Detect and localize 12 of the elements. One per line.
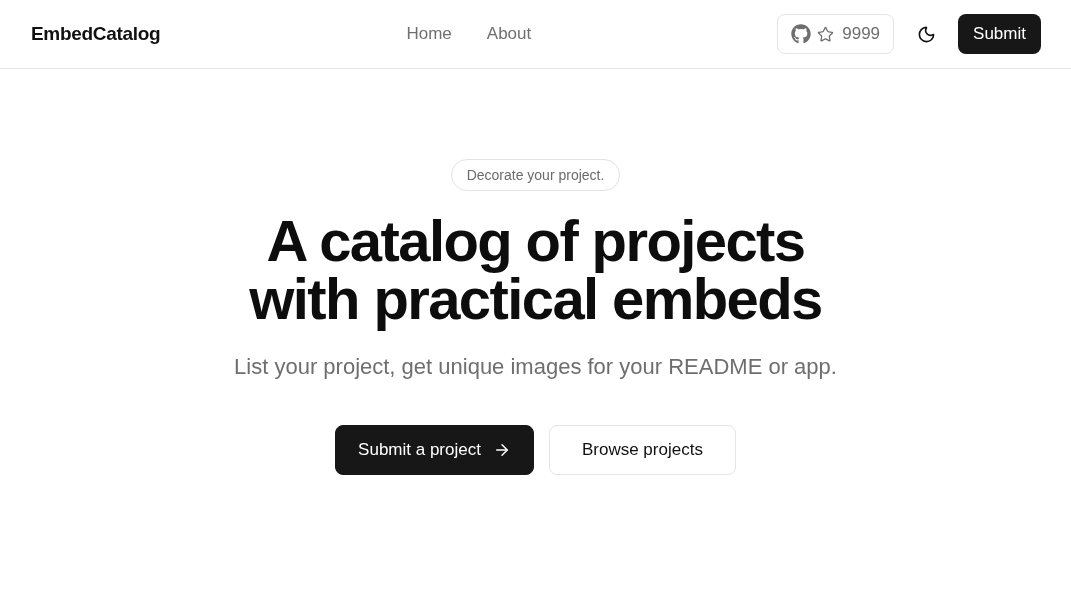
logo-text: EmbedCatalog bbox=[31, 23, 161, 45]
nav-link[interactable]: Home bbox=[406, 24, 452, 44]
submit-button[interactable]: Submit bbox=[958, 14, 1041, 54]
hero-subtitle: List your project, get unique images for your README or app. bbox=[234, 353, 837, 381]
nav-link[interactable]: About bbox=[486, 24, 532, 44]
submit-project-button[interactable]: Submit a project bbox=[335, 425, 534, 475]
github-icon bbox=[791, 24, 812, 44]
star-icon bbox=[817, 25, 835, 43]
browse-projects-button[interactable]: Browse projects bbox=[548, 425, 736, 475]
moon-icon bbox=[916, 24, 936, 44]
theme-toggle-button[interactable] bbox=[916, 24, 937, 44]
github-stars-button[interactable]: 9999 bbox=[777, 14, 895, 54]
